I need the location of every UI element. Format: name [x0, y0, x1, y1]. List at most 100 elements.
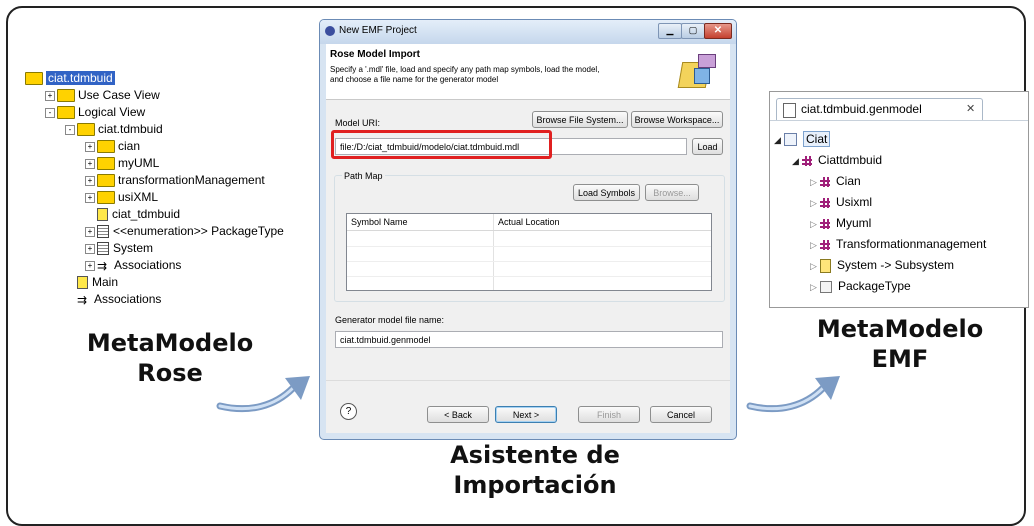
collapse-icon[interactable]: - [45, 107, 55, 118]
browse-button[interactable]: Browse... [645, 184, 699, 201]
folder-icon [57, 106, 75, 120]
collapse-icon[interactable]: ◢ [774, 131, 784, 149]
rose-tree-item[interactable]: ⇉ Associations [65, 291, 161, 307]
expand-icon[interactable]: + [85, 243, 95, 254]
editor-tab-label: ciat.tdmbuid.genmodel [801, 102, 922, 116]
rose-tree-label: Main [92, 275, 119, 289]
rose-tree-label: ciat.tdmbuid [98, 122, 163, 136]
collapse-icon[interactable]: ◢ [792, 152, 802, 170]
class-icon [97, 225, 109, 239]
model-uri-label: Model URI: [335, 118, 381, 128]
emf-metamodel-label: MetaModelo EMF [780, 314, 1020, 374]
emf-model-tree: ◢ Ciat ◢ Ciattdmbuid ▷ Cian ▷ Usixml ▷ Myuml ▷ Tran… [774, 130, 1024, 300]
expand-icon[interactable]: + [85, 175, 95, 186]
expand-icon[interactable]: + [85, 141, 95, 152]
rose-tree-label: myUML [118, 156, 160, 170]
browse-file-system-button[interactable]: Browse File System... [532, 111, 628, 128]
folder-icon [97, 140, 115, 154]
emf-tree-item[interactable]: ▷ Cian [810, 172, 861, 190]
minimize-button[interactable]: ▁ [658, 23, 682, 39]
rose-model-tree: ciat.tdmbuid + Use Case View - Logical View -… [25, 70, 295, 320]
rose-tree-label: cian [118, 139, 141, 153]
package-icon [820, 218, 830, 229]
wizard-label-line2: Importación [453, 471, 617, 499]
package-icon [820, 239, 830, 250]
expand-icon[interactable]: + [85, 260, 95, 271]
curved-arrow-2 [746, 376, 840, 413]
rose-tree-item[interactable]: + Use Case View [45, 87, 160, 103]
emf-tree-item[interactable]: ▷ Transformationmanagement [810, 235, 986, 253]
package-icon [802, 155, 812, 166]
rose-tree-item[interactable]: + <<enumeration>> PackageType [85, 223, 284, 239]
back-button[interactable]: < Back [427, 406, 489, 423]
expand-icon[interactable]: + [85, 226, 95, 237]
expand-icon[interactable]: + [45, 90, 55, 101]
rose-tree-item[interactable]: Main [65, 274, 118, 290]
class-icon [820, 258, 831, 273]
eclipse-icon [325, 26, 335, 36]
editor-tab[interactable]: ciat.tdmbuid.genmodel ✕ [776, 98, 983, 121]
class-icon [97, 242, 109, 256]
rose-tree-label: ciat_tdmbuid [112, 207, 181, 221]
rose-tree-item[interactable]: + usiXML [85, 189, 158, 205]
column-actual-location[interactable]: Actual Location [498, 217, 560, 227]
emf-tree-item[interactable]: ◢ Ciattdmbuid [792, 151, 882, 169]
browse-workspace-button[interactable]: Browse Workspace... [631, 111, 723, 128]
rose-tree-item[interactable]: + cian [85, 138, 140, 154]
rose-tree-item[interactable]: + ⇉ Associations [85, 257, 181, 273]
expand-icon[interactable]: ▷ [810, 173, 820, 191]
rose-tree-label: Logical View [78, 105, 146, 119]
emf-tree-item[interactable]: ▷ Myuml [810, 214, 871, 232]
column-symbol-name[interactable]: Symbol Name [351, 217, 408, 227]
maximize-button[interactable]: ▢ [681, 23, 705, 39]
expand-icon[interactable]: ▷ [810, 194, 820, 212]
close-button[interactable]: ✕ [704, 23, 732, 39]
folder-icon [25, 72, 43, 86]
expand-icon[interactable]: ▷ [810, 257, 820, 275]
association-icon: ⇉ [97, 258, 108, 273]
generator-model-input[interactable]: ciat.tdmbuid.genmodel [335, 331, 723, 348]
emf-tree-label: Cian [836, 174, 861, 188]
folder-icon [97, 157, 115, 171]
rose-tree-item[interactable]: + myUML [85, 155, 159, 171]
import-wizard-label: Asistente de Importación [390, 440, 680, 500]
emf-label-line1: MetaModelo [816, 315, 984, 343]
emf-genmodel-editor: ciat.tdmbuid.genmodel ✕ ◢ Ciat ◢ Ciattdmbui… [769, 91, 1029, 308]
wizard-header-desc-1: Specify a '.mdl' file, load and specify … [330, 65, 600, 74]
emf-tree-item[interactable]: ◢ Ciat [774, 130, 831, 149]
folder-icon [57, 89, 75, 103]
cancel-button[interactable]: Cancel [650, 406, 712, 423]
expand-icon[interactable]: ▷ [810, 215, 820, 233]
load-symbols-button[interactable]: Load Symbols [573, 184, 640, 201]
emf-tree-item[interactable]: ▷ PackageType [810, 277, 911, 295]
wizard-header-desc-2: and choose a file name for the generator… [330, 75, 499, 84]
emf-tree-label: Transformationmanagement [836, 237, 987, 251]
emf-tree-label: Ciattdmbuid [818, 153, 883, 167]
expand-icon[interactable]: ▷ [810, 278, 820, 296]
collapse-icon[interactable]: - [65, 124, 75, 135]
rose-tree-item[interactable]: + transformationManagement [85, 172, 265, 188]
finish-button[interactable]: Finish [578, 406, 640, 423]
rose-tree-item[interactable]: + System [85, 240, 153, 256]
load-button[interactable]: Load [692, 138, 723, 155]
emf-tree-label: Ciat [803, 131, 831, 147]
help-icon[interactable]: ? [340, 403, 357, 420]
enum-icon [820, 280, 832, 293]
emf-tree-label: System -> Subsystem [837, 258, 955, 272]
expand-icon[interactable]: + [85, 192, 95, 203]
folder-icon [77, 123, 95, 137]
tab-close-icon[interactable]: ✕ [966, 102, 975, 115]
rose-tree-item[interactable]: ciat.tdmbuid [25, 70, 115, 86]
emf-tree-item[interactable]: ▷ System -> Subsystem [810, 256, 954, 274]
rose-tree-label: Associations [114, 258, 182, 272]
emf-tree-item[interactable]: ▷ Usixml [810, 193, 872, 211]
rose-tree-item[interactable]: - ciat.tdmbuid [65, 121, 163, 137]
diagram-icon [97, 208, 108, 222]
folder-icon [97, 191, 115, 205]
rose-tree-item[interactable]: ciat_tdmbuid [85, 206, 180, 222]
next-button[interactable]: Next > [495, 406, 557, 423]
expand-icon[interactable]: ▷ [810, 236, 820, 254]
rose-tree-item[interactable]: - Logical View [45, 104, 145, 120]
path-map-table[interactable]: Symbol Name Actual Location [346, 213, 712, 291]
expand-icon[interactable]: + [85, 158, 95, 169]
